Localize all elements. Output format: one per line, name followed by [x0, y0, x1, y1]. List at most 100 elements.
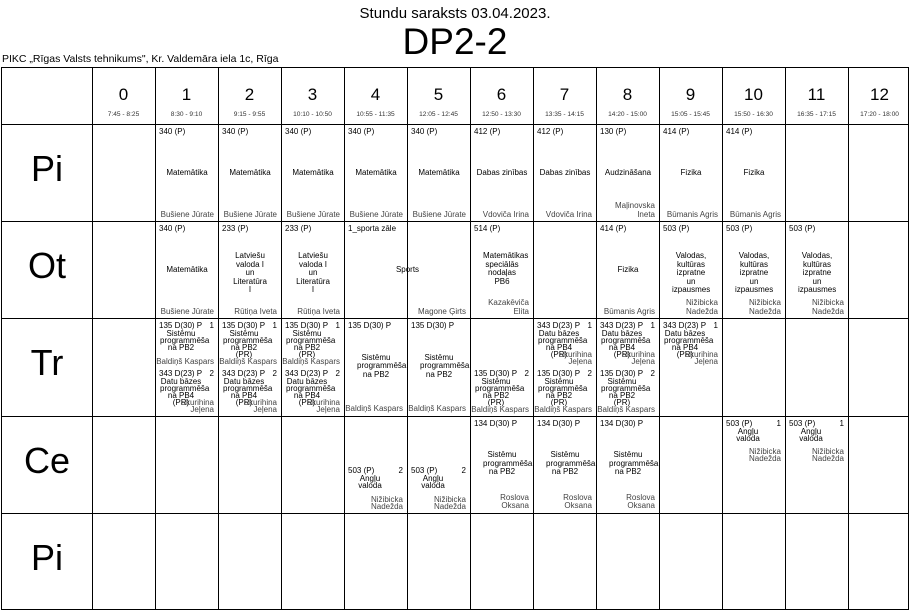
lesson-group: 2 — [398, 466, 403, 476]
lesson-teacher: Nižibicka Nadežda — [433, 494, 466, 511]
lesson-cell[interactable]: 233 (P) Latviešu valoda I un Literatūra I… — [282, 222, 344, 318]
period-header: 3 10:10 - 10:50 — [281, 68, 344, 124]
lesson-cell[interactable]: 233 (P) Latviešu valoda I un Literatūra I… — [219, 222, 281, 318]
lesson-cell[interactable]: 340 (P) Matemātika Bušiene Jūrate — [345, 125, 407, 221]
lesson-cell[interactable]: 343 D(23) P 1 Datu bāzes programmēša na PB… — [660, 319, 722, 367]
lesson-subject: Angļu valoda — [799, 426, 823, 443]
lesson-room: 412 (P) — [537, 127, 564, 136]
lesson-cell[interactable]: 503 (P) Valodas, kultūras izpratne un izp… — [660, 222, 722, 318]
lesson-cell[interactable]: 503 (P) Valodas, kultūras izpratne un izp… — [723, 222, 785, 318]
lesson-cell[interactable]: 1_sporta zāle Sports Magone Ģirts — [345, 222, 470, 318]
lesson-cell[interactable]: 134 D(30) P Sistēmu programmēša na PB2 Ros… — [597, 417, 659, 513]
lesson-group: 1 — [776, 418, 781, 428]
lesson-subject: Angļu valoda — [421, 474, 445, 491]
lesson-teacher: Nižibicka Nadežda — [748, 298, 781, 316]
lesson-cell[interactable]: 340 (P) Matemātika Bušiene Jūrate — [156, 222, 218, 318]
lesson-teacher: Skurihina Jeļena — [243, 397, 277, 414]
grid-line — [785, 68, 786, 609]
lesson-room: 233 (P) — [285, 224, 312, 234]
lesson-room: 135 D(30) P — [411, 321, 455, 331]
lesson-cell[interactable]: 340 (P) Matemātika Bušiene Jūrate — [408, 125, 470, 221]
period-header: 6 12:50 - 13:30 — [470, 68, 533, 124]
lesson-cell[interactable]: 340 (P) Matemātika Bušiene Jūrate — [156, 125, 218, 221]
period-time: 14:20 - 15:00 — [608, 111, 647, 118]
lesson-subject: Matemātikas speciālās nodaļas PB6 — [483, 251, 529, 286]
lesson-group: 2 — [209, 369, 214, 378]
lesson-subject: Matemātika — [166, 167, 208, 177]
lesson-room: 514 (P) — [474, 224, 501, 234]
lesson-subject: Fizika — [617, 264, 639, 274]
period-time: 12:05 - 12:45 — [419, 111, 458, 118]
lesson-room: 134 D(30) P — [537, 418, 581, 428]
lesson-teacher: Vdoviča Irina — [482, 209, 529, 219]
lesson-subject: Sistēmu programmēša na PB2 — [357, 352, 407, 379]
lesson-group: 1 — [650, 321, 655, 331]
lesson-group: 1 — [839, 418, 844, 428]
lesson-cell[interactable]: 130 (P) Audzināšana Maļinovska Ineta — [597, 125, 659, 221]
lesson-cell[interactable]: 340 (P) Matemātika Bušiene Jūrate — [282, 125, 344, 221]
period-time: 12:50 - 13:30 — [482, 111, 521, 118]
lesson-group: 2 — [650, 369, 655, 378]
lesson-room: 414 (P) — [663, 127, 690, 136]
lesson-room: 130 (P) — [600, 127, 627, 136]
lesson-cell[interactable]: 414 (P) Fizika Būmanis Agris — [723, 125, 785, 221]
lesson-group: 1 — [209, 321, 214, 331]
lesson-cell[interactable]: 135 D(30) P 1 Sistēmu programmēša na PB2 Ba… — [156, 319, 218, 367]
lesson-cell[interactable]: 134 D(30) P Sistēmu programmēša na PB2 Ros… — [471, 417, 533, 513]
lesson-cell[interactable]: 503 (P) 1 Angļu valoda Nižibicka Nadežda — [786, 417, 848, 465]
lesson-room: 233 (P) — [222, 224, 249, 234]
lesson-cell[interactable]: 503 (P) 1 Angļu valoda Nižibicka Nadežda — [723, 417, 785, 465]
lesson-teacher: Skurihina Jeļena — [180, 397, 214, 414]
lesson-cell[interactable]: 343 D(23) P 1 Datu bāzes programmēša na PB… — [534, 319, 596, 367]
school-name: PIKC „Rīgas Valsts tehnikums", Kr. Valde… — [2, 53, 279, 65]
lesson-teacher: Bušiene Jūrate — [160, 209, 214, 219]
lesson-cell[interactable]: 135 D(30) P 2 Sistēmu programmēša na PB2 (… — [597, 367, 659, 415]
lesson-cell[interactable]: 412 (P) Dabas zinības Vdoviča Irina — [534, 125, 596, 221]
grid-line — [2, 512, 908, 514]
lesson-group: 2 — [335, 369, 340, 378]
lesson-cell[interactable]: 135 D(30) P Sistēmu programmēša na PB2 Bal… — [408, 319, 470, 415]
lesson-group: 1 — [272, 321, 277, 331]
period-header: 11 16:35 - 17:15 — [785, 68, 848, 124]
lesson-teacher: Skurihina Jeļena — [684, 349, 718, 366]
lesson-teacher: Baldiņš Kaspars — [219, 356, 277, 366]
lesson-teacher: Kazakēviča Elita — [488, 298, 529, 316]
lesson-room: 414 (P) — [600, 224, 627, 234]
lesson-subject: Sistēmu programmēša na PB2 (PR) — [601, 377, 651, 407]
lesson-cell[interactable]: 135 D(30) P 1 Sistēmu programmēša na PB2 (… — [282, 319, 344, 367]
lesson-cell[interactable]: 343 D(23) P 2 Datu bāzes programmēša na PB… — [156, 367, 218, 415]
day-label: Ot — [27, 245, 66, 287]
lesson-teacher: Bušiene Jūrate — [286, 209, 340, 219]
lesson-cell[interactable]: 343 D(23) P 2 Datu bāzes programmēša na PB… — [282, 367, 344, 415]
lesson-teacher: Vdoviča Irina — [545, 209, 592, 219]
lesson-teacher: Nižibicka Nadežda — [811, 298, 844, 316]
lesson-cell[interactable]: 503 (P) 2 Angļu valoda Nižibicka Nadežda — [345, 464, 407, 512]
lesson-cell[interactable]: 414 (P) Fizika Būmanis Agris — [660, 125, 722, 221]
lesson-cell[interactable]: 343 D(23) P 2 Datu bāzes programmēša na PB… — [219, 367, 281, 415]
period-time: 15:05 - 15:45 — [671, 111, 710, 118]
lesson-cell[interactable]: 135 D(30) P Sistēmu programmēša na PB2 Bal… — [345, 319, 407, 415]
period-number: 0 — [118, 85, 129, 104]
lesson-cell[interactable]: 135 D(30) P 2 Sistēmu programmēša na PB2 (… — [471, 367, 533, 415]
lesson-cell[interactable]: 135 D(30) P 2 Sistēmu programmēša na PB2 (… — [534, 367, 596, 415]
lesson-subject: Fizika — [743, 167, 765, 177]
lesson-cell[interactable]: 340 (P) Matemātika Bušiene Jūrate — [219, 125, 281, 221]
lesson-cell[interactable]: 414 (P) Fizika Būmanis Agris — [597, 222, 659, 318]
lesson-room: 134 D(30) P — [474, 418, 518, 428]
lesson-subject: Dabas zinības — [539, 167, 591, 177]
lesson-cell[interactable]: 503 (P) Valodas, kultūras izpratne un izp… — [786, 222, 848, 318]
lesson-room: 340 (P) — [159, 224, 186, 234]
period-header: 8 14:20 - 15:00 — [596, 68, 659, 124]
lesson-cell[interactable]: 343 D(23) P 1 Datu bāzes programmēša na PB… — [597, 319, 659, 367]
lesson-teacher: Bušiene Jūrate — [349, 209, 403, 219]
lesson-cell[interactable]: 135 D(30) P 1 Sistēmu programmēša na PB2 (… — [219, 319, 281, 367]
lesson-cell[interactable]: 412 (P) Dabas zinības Vdoviča Irina — [471, 125, 533, 221]
lesson-subject: Sports — [395, 264, 420, 274]
lesson-cell[interactable]: 134 D(30) P Sistēmu programmēša na PB2 Ros… — [534, 417, 596, 513]
lesson-room: 134 D(30) P — [600, 418, 644, 428]
lesson-teacher: Baldiņš Kaspars — [345, 404, 403, 414]
lesson-subject: Sistēmu programmēša na PB2 (PR) — [286, 329, 336, 360]
lesson-cell[interactable]: 514 (P) Matemātikas speciālās nodaļas PB6… — [471, 222, 533, 318]
period-header: 4 10:55 - 11:35 — [344, 68, 407, 124]
lesson-cell[interactable]: 503 (P) 2 Angļu valoda Nižibicka Nadežda — [408, 464, 470, 512]
